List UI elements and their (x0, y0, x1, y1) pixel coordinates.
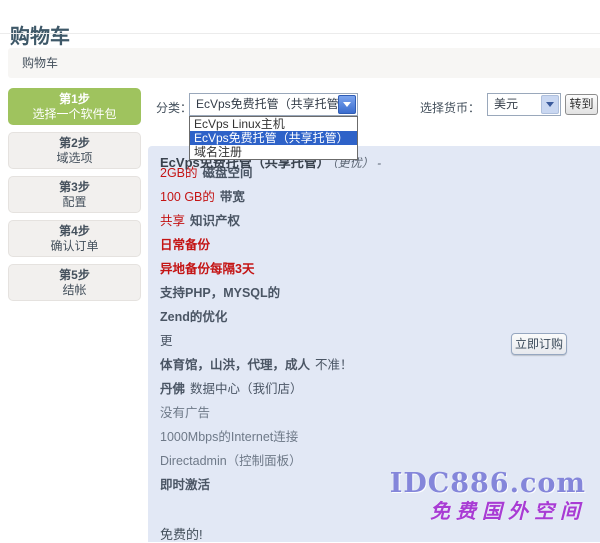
free-note: 免费的! (160, 524, 203, 543)
chevron-down-icon[interactable] (338, 95, 356, 114)
feature-line: 共享知识产权 (160, 215, 520, 228)
feature-line: 体育馆，山洪，代理，成人不准！ (160, 359, 520, 372)
feature-list: 2GB的磁盘空间 100 GB的带宽 共享知识产权 日常备份 异地备份每隔3天 … (160, 167, 520, 503)
step-label: 确认订单 (9, 239, 140, 253)
step-label: 配置 (9, 195, 140, 209)
step-label: 结帐 (9, 283, 140, 297)
step-number: 第3步 (9, 181, 140, 194)
currency-label: 选择货币： (420, 99, 480, 116)
category-select-value: EcVps免费托管（共享托管） (196, 97, 351, 111)
watermark-domain: IDC886.com (390, 470, 586, 498)
page-title: 购物车 (10, 20, 70, 49)
title-divider (0, 33, 600, 34)
feature-line: 100 GB的带宽 (160, 191, 520, 204)
step-3-button[interactable]: 第3步 配置 (8, 176, 141, 213)
watermark: IDC886.com 免费国外空间 (390, 470, 586, 524)
breadcrumb: 购物车 (8, 48, 600, 78)
go-button[interactable]: 转到 (565, 94, 598, 115)
feature-line: 1000Mbps的Internet连接 (160, 431, 520, 444)
feature-line: 更 (160, 335, 520, 348)
step-number: 第5步 (9, 269, 140, 282)
step-label: 选择一个软件包 (9, 107, 140, 121)
step-number: 第1步 (9, 93, 140, 106)
dropdown-option[interactable]: EcVps Linux主机 (190, 117, 357, 131)
step-number: 第2步 (9, 137, 140, 150)
step-label: 域选项 (9, 151, 140, 165)
currency-select[interactable]: 美元 (487, 93, 561, 116)
feature-line: 支持PHP，MYSQL的 (160, 287, 520, 300)
dropdown-option-selected[interactable]: EcVps免费托管（共享托管） (190, 131, 357, 145)
step-4-button[interactable]: 第4步 确认订单 (8, 220, 141, 257)
step-5-button[interactable]: 第5步 结帐 (8, 264, 141, 301)
category-select[interactable]: EcVps免费托管（共享托管） (189, 93, 358, 116)
steps-sidebar: 第1步 选择一个软件包 第2步 域选项 第3步 配置 第4步 确认订单 第5步 … (8, 88, 141, 308)
dropdown-option[interactable]: 域名注册 (190, 145, 357, 159)
watermark-slogan: 免费国外空间 (390, 500, 586, 524)
feature-line: Zend的优化 (160, 311, 520, 324)
feature-line: 异地备份每隔3天 (160, 263, 520, 276)
order-now-button[interactable]: 立即订购 (511, 333, 567, 355)
chevron-down-icon[interactable] (541, 95, 559, 114)
feature-line: 日常备份 (160, 239, 520, 252)
category-dropdown-list: EcVps Linux主机 EcVps免费托管（共享托管） 域名注册 (189, 116, 358, 160)
breadcrumb-link[interactable]: 购物车 (22, 56, 58, 70)
step-1-button[interactable]: 第1步 选择一个软件包 (8, 88, 141, 125)
currency-select-value: 美元 (494, 97, 518, 111)
step-2-button[interactable]: 第2步 域选项 (8, 132, 141, 169)
category-label: 分类： (156, 99, 192, 116)
step-number: 第4步 (9, 225, 140, 238)
feature-line: Directadmin（控制面板） (160, 455, 520, 468)
feature-line: 丹佛数据中心（我们店） (160, 383, 520, 396)
feature-line: 没有广告 (160, 407, 520, 420)
